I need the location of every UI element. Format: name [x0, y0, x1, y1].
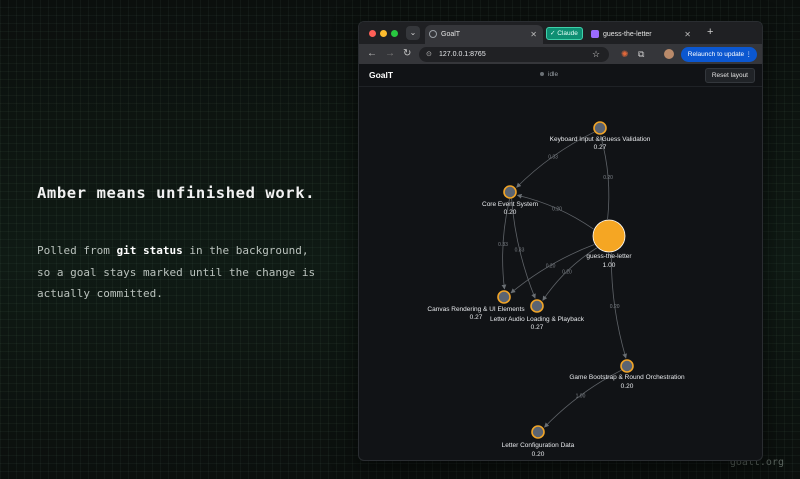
puzzle-icon[interactable]: ⧉ — [638, 48, 644, 60]
graph-edge-weight: 0.33 — [548, 154, 558, 160]
graph-node-value: 0.20 — [532, 451, 545, 458]
graph-edge-weight: 0.20 — [562, 269, 572, 275]
graph-node-circle[interactable] — [620, 359, 634, 373]
graph-node-circle[interactable] — [530, 299, 544, 313]
graph-node-circle[interactable] — [531, 425, 545, 439]
graph-node-value: 1.00 — [603, 262, 616, 269]
relaunch-button[interactable]: Relaunch to update ⋮ — [681, 47, 757, 62]
status-dot-icon — [540, 72, 544, 77]
graph-edge-weight: 1.00 — [576, 393, 586, 399]
graph-node-label: Letter Configuration Data — [502, 442, 575, 449]
body-prefix: Polled from — [37, 244, 117, 257]
claude-chip-label: Claude — [557, 30, 578, 37]
browser-toolbar: ← → ↻ ⊙ 127.0.0.1:8765 ☆ ✺ ⧉ Relaunch to… — [359, 44, 762, 64]
new-tab-button[interactable]: + — [707, 26, 713, 38]
graph-node-label: Letter Audio Loading & Playback — [490, 316, 585, 323]
body-copy: Polled from git status in the background… — [37, 240, 327, 305]
graph-node-circle[interactable] — [593, 121, 607, 135]
globe-icon — [429, 30, 437, 38]
graph-node-circle[interactable] — [503, 185, 517, 199]
reload-icon[interactable]: ↻ — [403, 47, 411, 61]
kebab-menu-icon[interactable]: ⋮ — [746, 47, 753, 62]
star-icon[interactable]: ☆ — [592, 48, 600, 60]
graph-node-bootstrap[interactable]: Game Bootstrap & Round Orchestration 0.20 — [569, 359, 685, 390]
graph-edge-weight: 0.20 — [546, 263, 556, 269]
body-emphasis: git status — [116, 244, 183, 257]
vite-icon — [591, 30, 599, 38]
close-icon[interactable]: ✕ — [530, 25, 537, 44]
window-minimize-button[interactable] — [380, 30, 387, 37]
window-zoom-button[interactable] — [391, 30, 398, 37]
tab-search-button[interactable]: ⌄ — [406, 26, 420, 40]
tab-guess-the-letter[interactable]: guess-the-letter ✕ — [587, 25, 697, 44]
tab-label: guess-the-letter — [603, 31, 652, 38]
graph-node-value: 0.20 — [621, 383, 634, 390]
graph-node-config[interactable]: Letter Configuration Data 0.20 — [502, 425, 575, 458]
extension-icon[interactable]: ✺ — [621, 48, 629, 60]
graph-edge-weight: 0.33 — [515, 247, 525, 253]
chevron-down-icon: ⌄ — [409, 28, 417, 37]
graph-edge-weight: 0.20 — [603, 175, 613, 181]
claude-tab-group[interactable]: ✓ Claude — [546, 27, 583, 40]
window-close-button[interactable] — [369, 30, 376, 37]
graph-node-keyboard[interactable]: Keyboard Input & Guess Validation0.27 — [550, 121, 651, 151]
graph-node-label: Canvas Rendering & UI Elements — [427, 306, 525, 313]
graph-edge-weight: 0.20 — [610, 304, 620, 310]
graph-node-audio[interactable]: Letter Audio Loading & Playback0.27 — [490, 299, 585, 331]
tab-bar: ⌄ GoalT ✕ ✓ Claude guess-the-letter ✕ + — [359, 22, 762, 44]
graph-node-value: 0.20 — [504, 209, 517, 216]
graph-node-label: Game Bootstrap & Round Orchestration — [569, 374, 685, 381]
headline: Amber means unfinished work. — [37, 184, 316, 202]
graph-edge-weight: 0.20 — [552, 207, 562, 213]
graph-node-value: 0.27 — [594, 144, 607, 151]
tab-goalt[interactable]: GoalT ✕ — [425, 25, 543, 44]
goal-graph[interactable]: 0.33 0.20 0.20 0.33 0.33 0.20 0.20 0.20 1.00 gue… — [359, 86, 762, 460]
forward-arrow-icon[interactable]: → — [385, 47, 395, 61]
graph-node-label: Core Event System — [482, 201, 538, 208]
graph-node-core[interactable]: Core Event System0.20 — [482, 185, 538, 216]
graph-node-value: 0.27 — [470, 314, 483, 321]
status-text: idle — [548, 71, 559, 78]
reset-layout-button[interactable]: Reset layout — [704, 68, 755, 83]
graph-node-label: Keyboard Input & Guess Validation — [550, 136, 651, 143]
avatar[interactable] — [664, 49, 674, 59]
graph-node-circle[interactable] — [592, 219, 626, 253]
check-icon: ✓ — [550, 30, 556, 37]
graph-node-value: 0.27 — [531, 324, 544, 331]
address-text: 127.0.0.1:8765 — [439, 51, 486, 58]
close-icon[interactable]: ✕ — [684, 25, 691, 44]
app-header: GoalT idle Reset layout — [359, 64, 762, 87]
app-title: GoalT — [369, 70, 394, 80]
tab-label: GoalT — [441, 31, 461, 38]
relaunch-label: Relaunch to update — [687, 51, 745, 58]
browser-window: ⌄ GoalT ✕ ✓ Claude guess-the-letter ✕ + … — [358, 21, 763, 461]
status-indicator: idle — [540, 64, 558, 86]
back-arrow-icon[interactable]: ← — [367, 47, 377, 61]
address-bar[interactable]: ⊙ 127.0.0.1:8765 — [419, 47, 609, 62]
graph-node-circle[interactable] — [497, 290, 511, 304]
graph-node-label: guess-the-letter — [586, 253, 632, 260]
graph-edge-weight: 0.33 — [498, 242, 508, 248]
site-info-icon[interactable]: ⊙ — [426, 47, 432, 62]
